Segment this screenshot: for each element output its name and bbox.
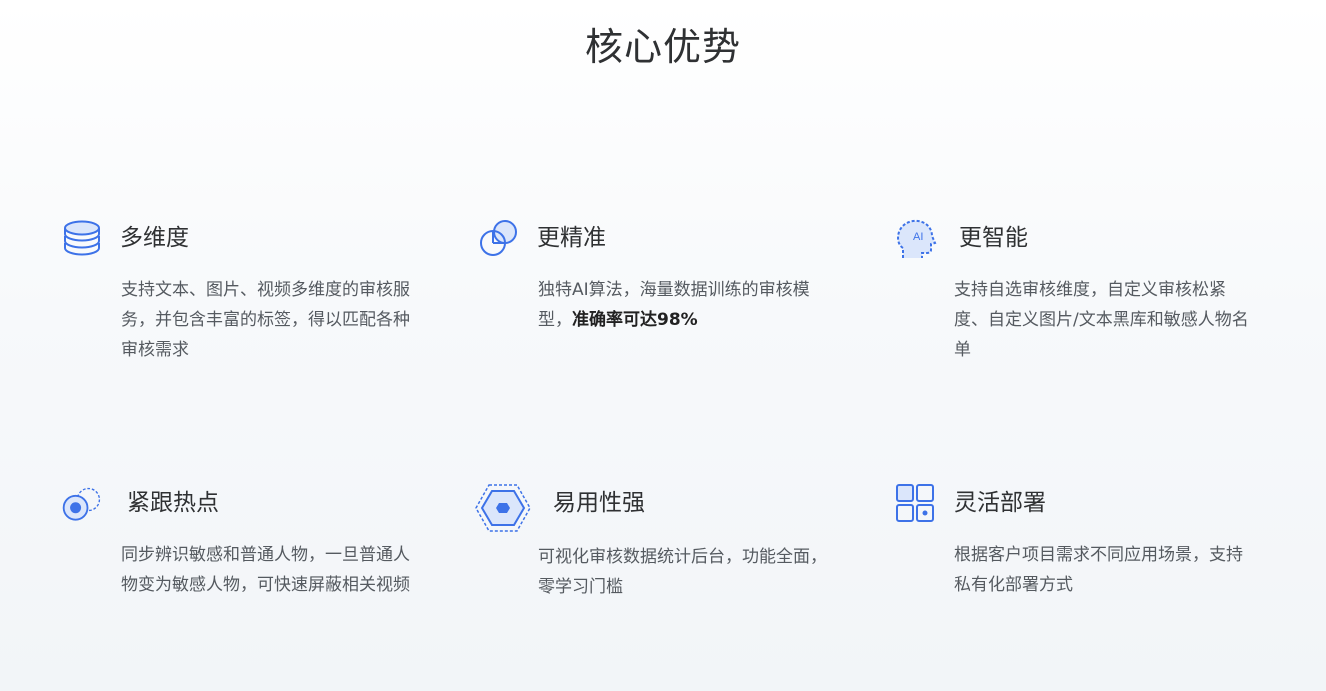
ai-head-icon: AI [895,218,939,262]
target-dot-icon [60,483,104,527]
grid-squares-icon [895,483,939,527]
feature-description: 同步辨识敏感和普通人物，一旦普通人物变为敏感人物，可快速屏蔽相关视频 [121,545,410,595]
overlapping-circles-icon [477,218,521,262]
feature-title: 易用性强 [553,490,645,516]
feature-description: 支持文本、图片、视频多维度的审核服务，并包含丰富的标签，得以匹配各种审核需求 [121,280,410,360]
feature-description: 支持自选审核维度，自定义审核松紧度、自定义图片/文本黑库和敏感人物名单 [954,280,1249,360]
feature-description: 可视化审核数据统计后台，功能全面，零学习门槛 [538,547,827,597]
feature-title: 更精准 [537,225,606,251]
feature-description: 独特AI算法，海量数据训练的审核模型，准确率可达98% [538,275,838,335]
feature-title: 更智能 [959,225,1028,251]
feature-description: 根据客户项目需求不同应用场景，支持私有化部署方式 [954,545,1243,595]
accuracy-highlight: 准确率可达98% [572,310,698,330]
hexagon-icon [475,483,531,533]
page-title: 核心优势 [584,25,741,69]
feature-title: 紧跟热点 [127,490,219,516]
feature-title: 多维度 [120,225,189,251]
feature-title: 灵活部署 [954,490,1046,516]
database-stack-icon [60,218,104,262]
ai-label: AI [913,231,923,243]
